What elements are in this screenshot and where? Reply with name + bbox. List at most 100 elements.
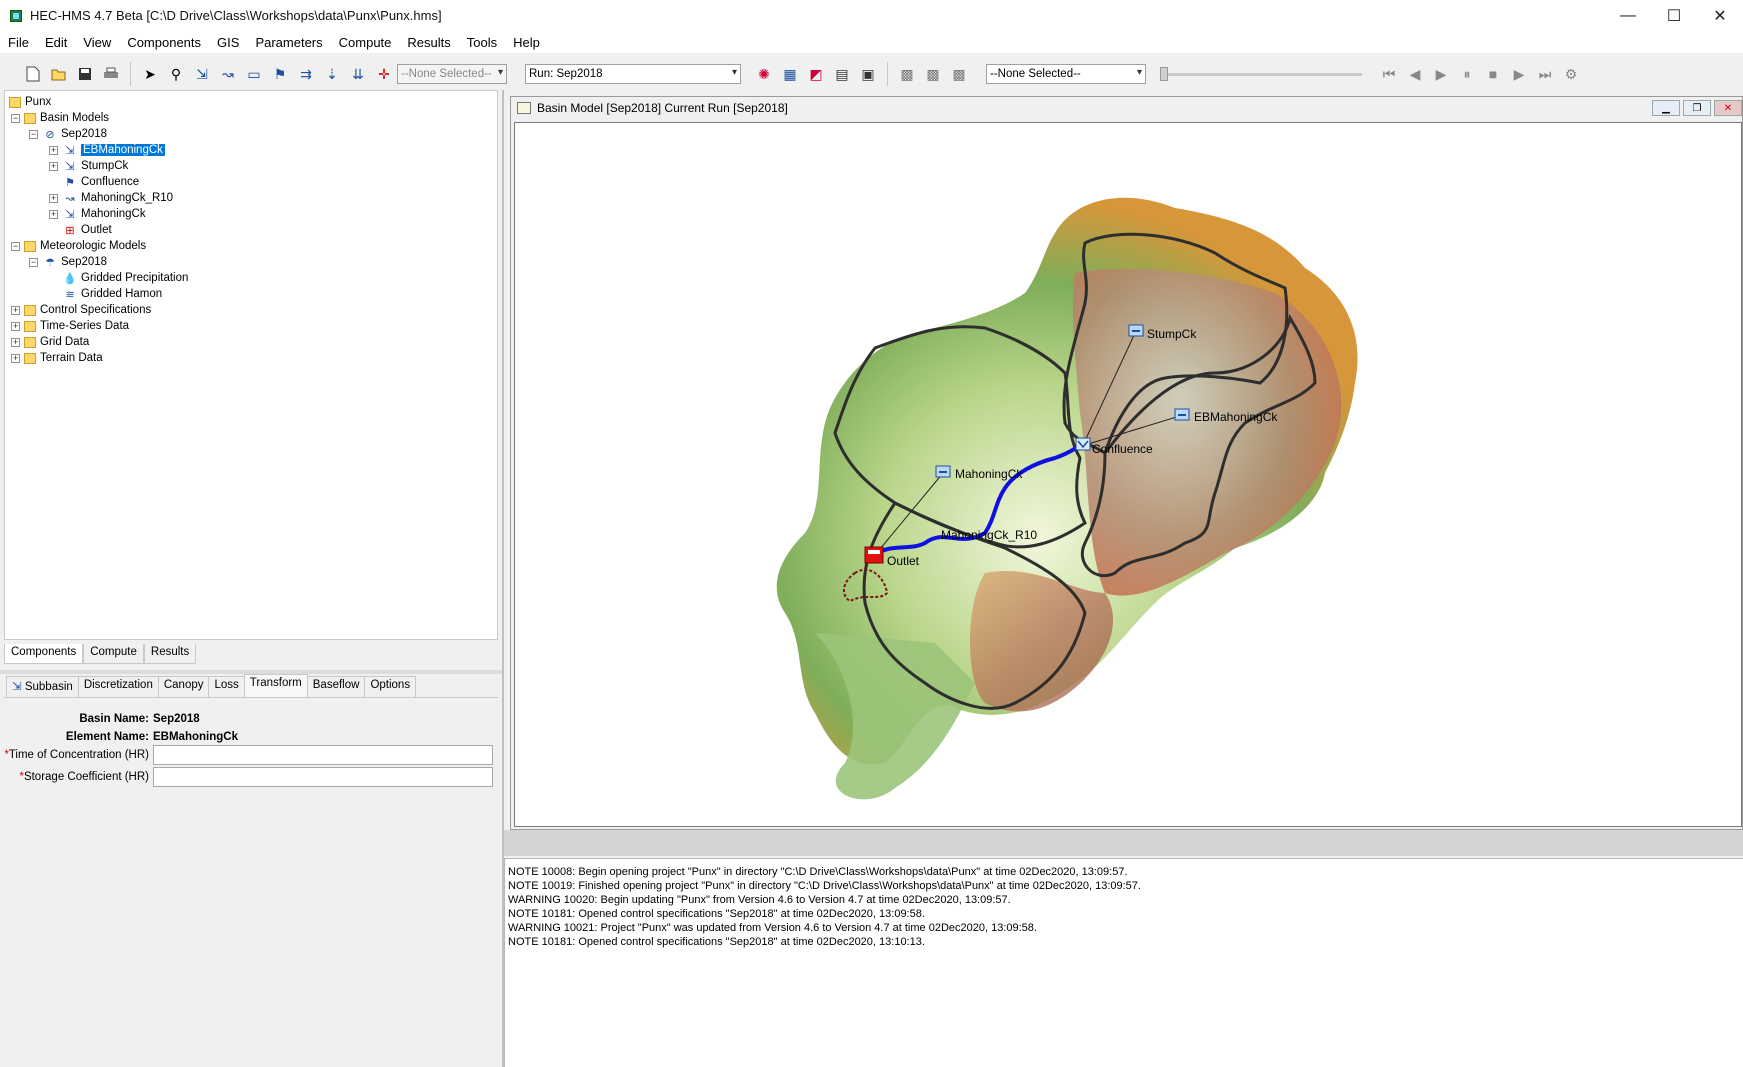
tab-options[interactable]: Options — [364, 676, 417, 697]
expand-icon[interactable]: + — [49, 193, 58, 203]
print-icon[interactable] — [99, 62, 123, 86]
grid-view-3-icon[interactable]: ▩ — [947, 62, 971, 86]
menu-gis[interactable]: GIS — [209, 35, 247, 50]
junction-tool-icon[interactable]: ⚑ — [268, 62, 292, 86]
tree-terrain-data[interactable]: + Terrain Data — [11, 350, 103, 366]
menu-components[interactable]: Components — [119, 35, 209, 50]
tab-transform[interactable]: Transform — [243, 674, 308, 697]
step-forward-icon[interactable]: ▶ — [1507, 62, 1531, 86]
subbasin-tool-icon[interactable]: ⇲ — [190, 62, 214, 86]
maximize-button[interactable]: ☐ — [1651, 0, 1697, 31]
basin-map-canvas[interactable]: StumpCk EBMahoningCk Confluence Mahoning… — [514, 122, 1742, 827]
tab-canopy[interactable]: Canopy — [157, 676, 210, 697]
minimize-button[interactable]: — — [1605, 0, 1651, 31]
menu-results[interactable]: Results — [399, 35, 458, 50]
results-select[interactable]: --None Selected-- ▾ — [986, 64, 1146, 84]
source-tool-icon[interactable]: ⇣ — [320, 62, 344, 86]
expand-icon[interactable]: + — [11, 321, 20, 331]
arrow-select-icon[interactable]: ➤ — [138, 62, 162, 86]
grid-view-2-icon[interactable]: ▩ — [921, 62, 945, 86]
diversion-tool-icon[interactable]: ⇉ — [294, 62, 318, 86]
tab-components[interactable]: Components — [4, 644, 84, 664]
close-button[interactable]: ✕ — [1697, 0, 1743, 31]
collapse-icon[interactable]: − — [29, 129, 38, 139]
mdi-restore-button[interactable]: ❐ — [1683, 100, 1711, 116]
tree-element-ebmahoningck[interactable]: + ⇲ EBMahoningCk — [49, 142, 165, 158]
tab-baseflow[interactable]: Baseflow — [306, 676, 366, 697]
storage-coefficient-input[interactable] — [153, 767, 493, 787]
menu-tools[interactable]: Tools — [459, 35, 505, 50]
time-of-concentration-input[interactable] — [153, 745, 493, 765]
run-select[interactable]: Run: Sep2018 ▾ — [525, 64, 741, 84]
element-select[interactable]: --None Selected-- ▾ — [397, 64, 507, 84]
collapse-icon[interactable]: − — [29, 257, 38, 267]
collapse-icon[interactable]: − — [11, 113, 20, 123]
tree-element-stumpck[interactable]: + ⇲ StumpCk — [49, 158, 128, 174]
tab-discretization[interactable]: Discretization — [77, 676, 159, 697]
zoom-icon[interactable]: ⚲ — [164, 62, 188, 86]
map-horizontal-scrollbar[interactable] — [504, 830, 1743, 856]
tree-time-series[interactable]: + Time-Series Data — [11, 318, 129, 334]
tree-element-outlet[interactable]: ⊞ Outlet — [62, 222, 111, 238]
summary-table-icon[interactable]: ▤ — [830, 62, 854, 86]
rewind-icon[interactable]: ⏮ — [1377, 62, 1401, 86]
tree-basin-sep2018[interactable]: − ⊘ Sep2018 — [29, 126, 107, 142]
folder-icon — [24, 336, 36, 348]
mdi-close-button[interactable]: ✕ — [1714, 100, 1742, 116]
tree-element-confluence[interactable]: ⚑ Confluence — [62, 174, 139, 190]
step-back-icon[interactable]: ◀ — [1403, 62, 1427, 86]
tab-results[interactable]: Results — [143, 644, 197, 664]
tree-gridded-precipitation[interactable]: 💧 Gridded Precipitation — [62, 270, 188, 286]
tree-control-specs[interactable]: + Control Specifications — [11, 302, 151, 318]
save-icon[interactable] — [73, 62, 97, 86]
fast-forward-icon[interactable]: ⏭ — [1533, 62, 1557, 86]
element-name-value: EBMahoningCk — [153, 731, 238, 743]
menu-file[interactable]: File — [0, 35, 37, 50]
expand-icon[interactable]: + — [11, 337, 20, 347]
storage-row: *Storage Coefficient (HR) — [4, 767, 493, 787]
expand-icon[interactable]: + — [11, 353, 20, 363]
crosshair-icon[interactable]: ✛ — [372, 62, 396, 86]
reach-tool-icon[interactable]: ↝ — [216, 62, 240, 86]
collapse-icon[interactable]: − — [11, 241, 20, 251]
grid-view-1-icon[interactable]: ▩ — [895, 62, 919, 86]
tree-met-sep2018[interactable]: − ☂ Sep2018 — [29, 254, 107, 270]
tree-root[interactable]: Punx — [9, 94, 51, 110]
play-icon[interactable]: ▶ — [1429, 62, 1453, 86]
mdi-minimize-button[interactable]: ▁ — [1652, 100, 1680, 116]
tree-grid-data[interactable]: + Grid Data — [11, 334, 89, 350]
map-label-outlet: Outlet — [887, 554, 920, 568]
tab-compute[interactable]: Compute — [83, 644, 144, 664]
tree-element-mahoningck[interactable]: + ⇲ MahoningCk — [49, 206, 146, 222]
sink-tool-icon[interactable]: ⇊ — [346, 62, 370, 86]
settings-icon[interactable]: ⚙ — [1559, 62, 1583, 86]
menu-edit[interactable]: Edit — [37, 35, 75, 50]
title-bar: HEC-HMS 4.7 Beta [C:\D Drive\Class\Works… — [0, 0, 1743, 31]
open-folder-icon[interactable] — [47, 62, 71, 86]
reservoir-tool-icon[interactable]: ▭ — [242, 62, 266, 86]
tree-element-mahoningck-r10[interactable]: + ↝ MahoningCk_R10 — [49, 190, 173, 206]
expand-icon[interactable]: + — [49, 145, 58, 155]
compute-run-icon[interactable]: ✺ — [752, 62, 776, 86]
expand-icon[interactable]: + — [11, 305, 20, 315]
menu-compute[interactable]: Compute — [331, 35, 400, 50]
expand-icon[interactable]: + — [49, 209, 58, 219]
tree-gridded-hamon[interactable]: ≋ Gridded Hamon — [62, 286, 162, 302]
time-series-table-icon[interactable]: ▣ — [856, 62, 880, 86]
pause-icon[interactable]: ⏸ — [1455, 62, 1479, 86]
expand-icon[interactable]: + — [49, 161, 58, 171]
tab-subbasin[interactable]: ⇲ Subbasin — [6, 676, 79, 697]
menu-help[interactable]: Help — [505, 35, 548, 50]
tree-basin-models[interactable]: − Basin Models — [11, 110, 109, 126]
menu-view[interactable]: View — [75, 35, 119, 50]
time-slider[interactable] — [1160, 66, 1362, 81]
tree-met-models[interactable]: − Meteorologic Models — [11, 238, 146, 254]
new-file-icon[interactable] — [21, 62, 45, 86]
tab-loss[interactable]: Loss — [208, 676, 245, 697]
editor-tabs: ⇲ Subbasin Discretization Canopy Loss Tr… — [6, 674, 417, 697]
graph-icon[interactable]: ◩ — [804, 62, 828, 86]
log-line: WARNING 10021: Project "Punx" was update… — [508, 922, 1037, 934]
menu-parameters[interactable]: Parameters — [247, 35, 330, 50]
stop-icon[interactable]: ■ — [1481, 62, 1505, 86]
global-summary-icon[interactable]: ▦ — [778, 62, 802, 86]
